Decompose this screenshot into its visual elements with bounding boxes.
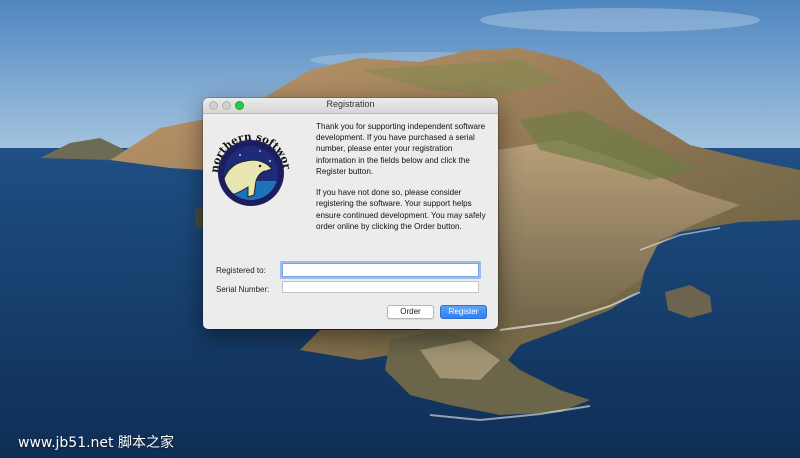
order-button[interactable]: Order (387, 305, 434, 319)
serial-number-label: Serial Number: (216, 285, 270, 294)
registered-to-field[interactable] (282, 263, 479, 277)
northern-softworks-logo: northern softworks (208, 117, 293, 206)
registration-window: Registration northern softworks Thank yo… (203, 98, 498, 329)
info-paragraph-consider-registering: If you have not done so, please consider… (316, 188, 486, 231)
registered-to-label: Registered to: (216, 266, 266, 275)
title-bar[interactable]: Registration (203, 98, 498, 114)
registration-info: Thank you for supporting independent sof… (316, 121, 492, 242)
register-button[interactable]: Register (440, 305, 487, 319)
serial-number-field[interactable] (282, 281, 479, 293)
info-paragraph-thank-you: Thank you for supporting independent sof… (316, 122, 486, 176)
window-title: Registration (326, 99, 375, 109)
watermark-text: www.jb51.net 脚本之家 (18, 435, 174, 451)
